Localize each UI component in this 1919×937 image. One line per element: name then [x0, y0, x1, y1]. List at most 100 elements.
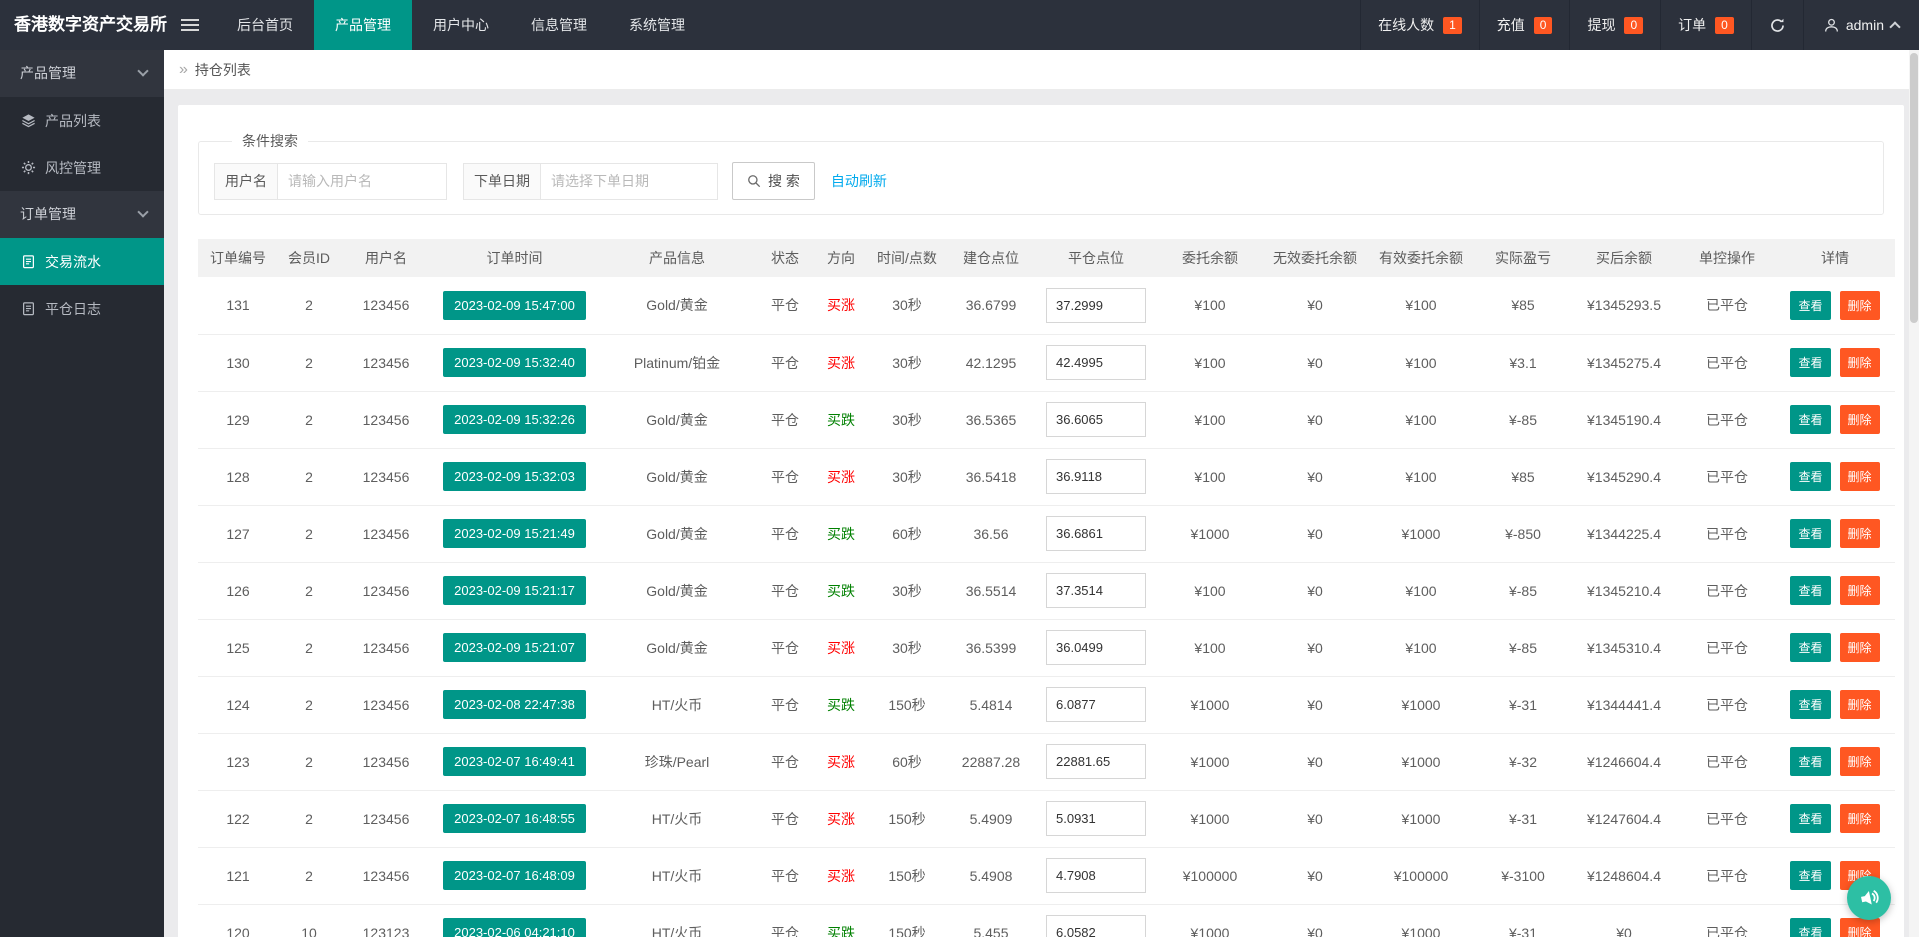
stat-label: 提现	[1587, 15, 1615, 35]
positions-card: 条件搜索 用户名 下单日期 搜 索 自动刷新	[178, 105, 1904, 937]
column-header: 有效委托余额	[1365, 239, 1477, 277]
close-point-input[interactable]	[1046, 858, 1146, 893]
open-point-cell: 5.4909	[945, 790, 1037, 847]
auto-refresh-link[interactable]: 自动刷新	[831, 171, 887, 191]
column-header: 时间/点数	[869, 239, 945, 277]
invalid-entrust-cell: ¥0	[1265, 505, 1365, 562]
order-time-button[interactable]: 2023-02-07 16:48:09	[443, 861, 586, 890]
view-button[interactable]: 查看	[1790, 804, 1830, 833]
nav-tab-products[interactable]: 产品管理	[314, 0, 412, 50]
delete-button[interactable]: 删除	[1840, 462, 1880, 491]
sidebar-item-product-list[interactable]: 产品列表	[0, 97, 164, 144]
sidebar-section-products[interactable]: 产品管理	[0, 50, 164, 97]
view-button[interactable]: 查看	[1790, 462, 1830, 491]
close-point-input[interactable]	[1046, 459, 1146, 494]
close-point-cell	[1037, 904, 1155, 937]
delete-button[interactable]: 删除	[1840, 405, 1880, 434]
delete-button[interactable]: 删除	[1840, 804, 1880, 833]
delete-button[interactable]: 删除	[1840, 747, 1880, 776]
view-button[interactable]: 查看	[1790, 918, 1830, 937]
username-input[interactable]	[277, 163, 447, 200]
balance-after-cell: ¥0	[1569, 904, 1679, 937]
order-date-label: 下单日期	[463, 163, 541, 200]
order-time-button[interactable]: 2023-02-07 16:48:55	[443, 804, 586, 833]
user-menu[interactable]: admin	[1803, 0, 1919, 50]
sidebar-section-orders[interactable]: 订单管理	[0, 191, 164, 238]
stat-deposits[interactable]: 充值 0	[1479, 0, 1570, 50]
invalid-entrust-cell: ¥0	[1265, 733, 1365, 790]
order-time-button[interactable]: 2023-02-07 16:49:41	[443, 747, 586, 776]
view-button[interactable]: 查看	[1790, 690, 1830, 719]
profit-cell: ¥-85	[1477, 619, 1569, 676]
menu-toggle-icon[interactable]	[164, 0, 216, 50]
stat-online-users[interactable]: 在线人数 1	[1360, 0, 1479, 50]
order-date-input[interactable]	[540, 163, 718, 200]
control-status-cell: 已平仓	[1679, 334, 1775, 391]
username-cell: 123456	[340, 562, 432, 619]
delete-button[interactable]: 删除	[1840, 690, 1880, 719]
stat-withdrawals[interactable]: 提现 0	[1569, 0, 1660, 50]
close-point-input[interactable]	[1046, 402, 1146, 437]
order-time-button[interactable]: 2023-02-08 22:47:38	[443, 690, 586, 719]
valid-entrust-cell: ¥100	[1365, 391, 1477, 448]
order-time-button[interactable]: 2023-02-09 15:21:49	[443, 519, 586, 548]
close-point-input[interactable]	[1046, 801, 1146, 836]
close-point-input[interactable]	[1046, 516, 1146, 551]
close-point-cell	[1037, 505, 1155, 562]
sidebar: 产品管理 产品列表 风控管理 订单管理 交易流水 平仓日志	[0, 50, 164, 937]
view-button[interactable]: 查看	[1790, 405, 1830, 434]
order-time-button[interactable]: 2023-02-06 04:21:10	[443, 918, 586, 937]
stat-orders[interactable]: 订单 0	[1660, 0, 1751, 50]
close-point-input[interactable]	[1046, 744, 1146, 779]
close-point-input[interactable]	[1046, 573, 1146, 608]
column-header: 订单编号	[198, 239, 278, 277]
close-point-input[interactable]	[1046, 288, 1146, 323]
table-row: 12321234562023-02-07 16:49:41珍珠/Pearl平仓买…	[198, 733, 1895, 790]
order-time-button[interactable]: 2023-02-09 15:21:07	[443, 633, 586, 662]
duration-cell: 30秒	[869, 391, 945, 448]
search-button[interactable]: 搜 索	[732, 162, 815, 200]
profit-cell: ¥-3100	[1477, 847, 1569, 904]
view-button[interactable]: 查看	[1790, 576, 1830, 605]
order-id-cell: 126	[198, 562, 278, 619]
nav-tab-info[interactable]: 信息管理	[510, 0, 608, 50]
scrollbar-thumb[interactable]	[1910, 53, 1918, 323]
view-button[interactable]: 查看	[1790, 747, 1830, 776]
delete-button[interactable]: 删除	[1840, 519, 1880, 548]
order-time-button[interactable]: 2023-02-09 15:32:03	[443, 462, 586, 491]
view-button[interactable]: 查看	[1790, 861, 1830, 890]
sidebar-item-risk-control[interactable]: 风控管理	[0, 144, 164, 191]
delete-button[interactable]: 删除	[1840, 633, 1880, 662]
view-button[interactable]: 查看	[1790, 348, 1830, 377]
username-cell: 123456	[340, 277, 432, 334]
close-point-input[interactable]	[1046, 915, 1146, 937]
order-time-cell: 2023-02-07 16:48:55	[432, 790, 597, 847]
table-row: 12421234562023-02-08 22:47:38HT/火币平仓买跌15…	[198, 676, 1895, 733]
profit-cell: ¥-31	[1477, 904, 1569, 937]
table-header-row: 订单编号会员ID用户名订单时间产品信息状态方向时间/点数建仓点位平仓点位委托余额…	[198, 239, 1895, 277]
delete-button[interactable]: 删除	[1840, 918, 1880, 937]
close-point-input[interactable]	[1046, 345, 1146, 380]
view-button[interactable]: 查看	[1790, 519, 1830, 548]
column-header: 平仓点位	[1037, 239, 1155, 277]
view-button[interactable]: 查看	[1790, 633, 1830, 662]
close-point-input[interactable]	[1046, 687, 1146, 722]
section-title: 产品管理	[20, 65, 76, 81]
sidebar-item-close-log[interactable]: 平仓日志	[0, 285, 164, 332]
order-time-button[interactable]: 2023-02-09 15:32:40	[443, 348, 586, 377]
nav-tab-home[interactable]: 后台首页	[216, 0, 314, 50]
refresh-icon[interactable]	[1751, 0, 1803, 50]
order-time-button[interactable]: 2023-02-09 15:32:26	[443, 405, 586, 434]
delete-button[interactable]: 删除	[1840, 576, 1880, 605]
view-button[interactable]: 查看	[1790, 291, 1830, 320]
delete-button[interactable]: 删除	[1840, 348, 1880, 377]
delete-button[interactable]: 删除	[1840, 291, 1880, 320]
floating-audio-button[interactable]	[1847, 876, 1891, 920]
order-time-button[interactable]: 2023-02-09 15:47:00	[443, 291, 586, 320]
order-time-button[interactable]: 2023-02-09 15:21:17	[443, 576, 586, 605]
sidebar-item-trade-flow[interactable]: 交易流水	[0, 238, 164, 285]
order-time-cell: 2023-02-09 15:21:07	[432, 619, 597, 676]
close-point-input[interactable]	[1046, 630, 1146, 665]
nav-tab-users[interactable]: 用户中心	[412, 0, 510, 50]
nav-tab-system[interactable]: 系统管理	[608, 0, 706, 50]
